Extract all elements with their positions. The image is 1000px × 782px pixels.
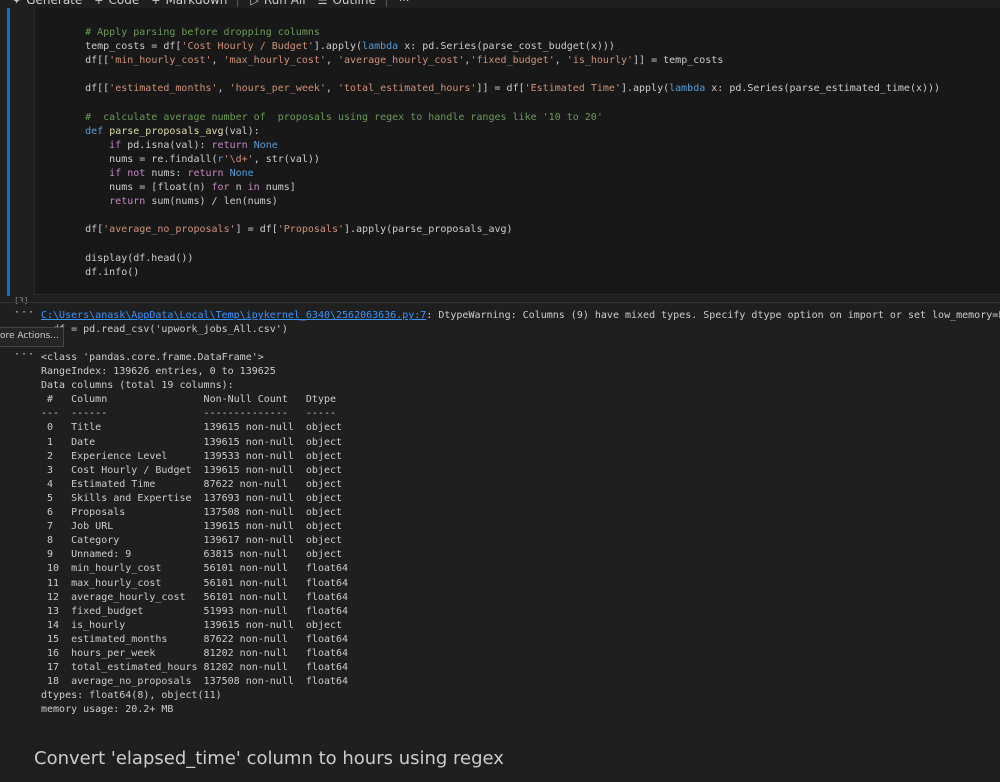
more-icon: ··· (398, 0, 410, 7)
toolbar-item-outline[interactable]: ☰ Outline (318, 0, 376, 7)
output-line: memory usage: 20.2+ MB (41, 704, 174, 716)
output-line: 5 Skills and Expertise 137693 non-null o… (41, 492, 343, 504)
cell-output-divider (0, 302, 1000, 303)
warning-message: : DtypeWarning: Columns (9) have mixed t… (426, 310, 1000, 321)
output-line: 6 Proposals 137508 non-null object (41, 507, 343, 519)
warning-code-line: df = pd.read_csv('upwork_jobs_All.csv') (41, 324, 288, 335)
code-line: def parse_proposals_avg(val): (61, 125, 260, 137)
output-line: --- ------ -------------- ----- (41, 408, 337, 420)
output-line: 3 Cost Hourly / Budget 139615 non-null o… (41, 464, 343, 476)
toolbar-item-label: Markdown (165, 0, 228, 7)
output-line: 2 Experience Level 139533 non-null objec… (41, 450, 343, 462)
code-line: temp_costs = df['Cost Hourly / Budget'].… (61, 41, 615, 53)
code-lines[interactable]: # Apply parsing before dropping columns … (61, 26, 940, 280)
output-line: 13 fixed_budget 51993 non-null float64 (41, 605, 349, 617)
code-line: df['average_no_proposals'] = df['Proposa… (61, 224, 513, 236)
output-line: 15 estimated_months 87622 non-null float… (41, 633, 349, 645)
code-line: return sum(nums) / len(nums) (61, 196, 278, 208)
output-line: 10 min_hourly_cost 56101 non-null float6… (41, 563, 349, 575)
active-cell-indicator (7, 8, 10, 296)
markdown-heading: Convert 'elapsed_time' column to hours u… (34, 748, 504, 769)
toolbar-item-label: Generate (26, 0, 83, 7)
toolbar-separator (237, 0, 239, 7)
outline-icon: ☰ (317, 0, 328, 7)
output-line: 8 Category 139617 non-null object (41, 535, 343, 547)
code-cell[interactable]: # Apply parsing before dropping columns … (0, 8, 1000, 305)
output-line: 12 average_hourly_cost 56101 non-null fl… (41, 591, 349, 603)
code-line: display(df.head()) (61, 252, 194, 264)
code-line: nums = re.findall(r'\d+', str(val)) (61, 153, 320, 165)
output-line: 14 is_hourly 139615 non-null object (41, 619, 343, 631)
toolbar-item-label: Outline (332, 0, 376, 7)
code-line: df.info() (61, 266, 140, 278)
execution-count: [3] (14, 296, 29, 305)
plus-icon: + (151, 0, 161, 7)
toolbar-item-label: Code (108, 0, 140, 7)
toolbar-item-label: Run All (263, 0, 306, 7)
output-line: 0 Title 139615 non-null object (41, 422, 343, 434)
toolbar-separator (385, 0, 387, 7)
code-line: if not nums: return None (61, 167, 254, 179)
code-editor[interactable]: # Apply parsing before dropping columns … (34, 8, 1000, 295)
code-line: nums = [float(n) for n in nums] (61, 182, 296, 194)
output-line: 11 max_hourly_cost 56101 non-null float6… (41, 577, 349, 589)
output-more-icon-2[interactable]: ··· (14, 349, 35, 360)
toolbar-item-more[interactable]: ··· (399, 0, 415, 7)
code-line: # calculate average number of proposals … (61, 111, 603, 123)
output-line: RangeIndex: 139626 entries, 0 to 139625 (41, 366, 276, 378)
warning-source-link[interactable]: C:\Users\anask\AppData\Local\Temp\ipyker… (41, 310, 426, 321)
toolbar-item-run-all[interactable]: ▷ Run All (250, 0, 305, 7)
df-info-output: <class 'pandas.core.frame.DataFrame'> Ran… (41, 351, 348, 717)
output-line: 18 average_no_proposals 137508 non-null … (41, 676, 349, 688)
code-line: df[['estimated_months', 'hours_per_week'… (61, 83, 941, 95)
toolbar-item-generate[interactable]: ✦ Generate (12, 0, 82, 7)
sparkle-icon: ✦ (12, 0, 22, 7)
output-line: 7 Job URL 139615 non-null object (41, 521, 343, 533)
toolbar-item-markdown[interactable]: + Markdown (151, 0, 227, 7)
warning-output: C:\Users\anask\AppData\Local\Temp\ipyker… (41, 309, 1000, 337)
output-more-icon[interactable]: ··· (14, 307, 35, 318)
code-line: if pd.isna(val): return None (61, 139, 278, 151)
toolbar-item-code[interactable]: + Code (94, 0, 139, 7)
output-line: # Column Non-Null Count Dtype (41, 394, 337, 406)
output-line: Data columns (total 19 columns): (41, 380, 234, 392)
output-line: <class 'pandas.core.frame.DataFrame'> (41, 352, 264, 363)
code-line: # Apply parsing before dropping columns (61, 27, 320, 38)
more-actions-tooltip[interactable]: ore Actions... (0, 327, 64, 347)
run-all-icon: ▷ (250, 0, 259, 7)
output-line: 1 Date 139615 non-null object (41, 436, 343, 448)
output-line: 4 Estimated Time 87622 non-null object (41, 478, 343, 490)
notebook-toolbar: ✦ Generate + Code + Markdown ▷ Run All ☰ Outline ·… (0, 0, 1000, 8)
output-line: 16 hours_per_week 81202 non-null float64 (41, 647, 349, 659)
output-line: 9 Unnamed: 9 63815 non-null object (41, 549, 343, 561)
output-line: dtypes: float64(8), object(11) (41, 690, 222, 702)
plus-icon: + (94, 0, 104, 7)
code-line: df[['min_hourly_cost', 'max_hourly_cost'… (61, 55, 724, 67)
output-line: 17 total_estimated_hours 81202 non-null … (41, 662, 349, 674)
